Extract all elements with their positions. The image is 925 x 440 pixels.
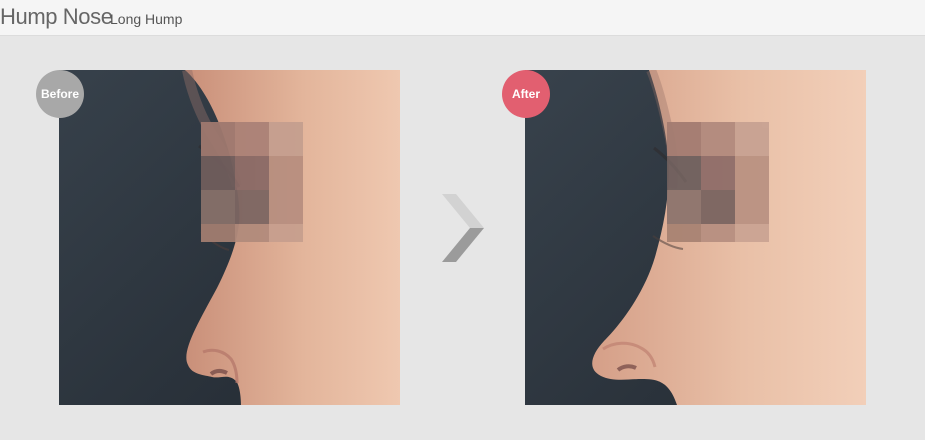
after-badge: After: [502, 70, 550, 118]
before-face-image: [59, 70, 400, 405]
page-title: Hump Nose: [0, 4, 113, 29]
before-photo: [59, 70, 400, 405]
after-photo: [525, 70, 866, 405]
after-face-image: [525, 70, 866, 405]
before-badge: Before: [36, 70, 84, 118]
page-header: Hump Nose Long Hump: [0, 0, 925, 36]
before-after-page: Hump Nose Long Hump Before After: [0, 0, 925, 440]
page-subtitle: Long Hump: [110, 11, 183, 27]
chevron-right-icon: [442, 194, 486, 262]
after-badge-label: After: [511, 87, 540, 101]
before-badge-label: Before: [40, 87, 79, 101]
